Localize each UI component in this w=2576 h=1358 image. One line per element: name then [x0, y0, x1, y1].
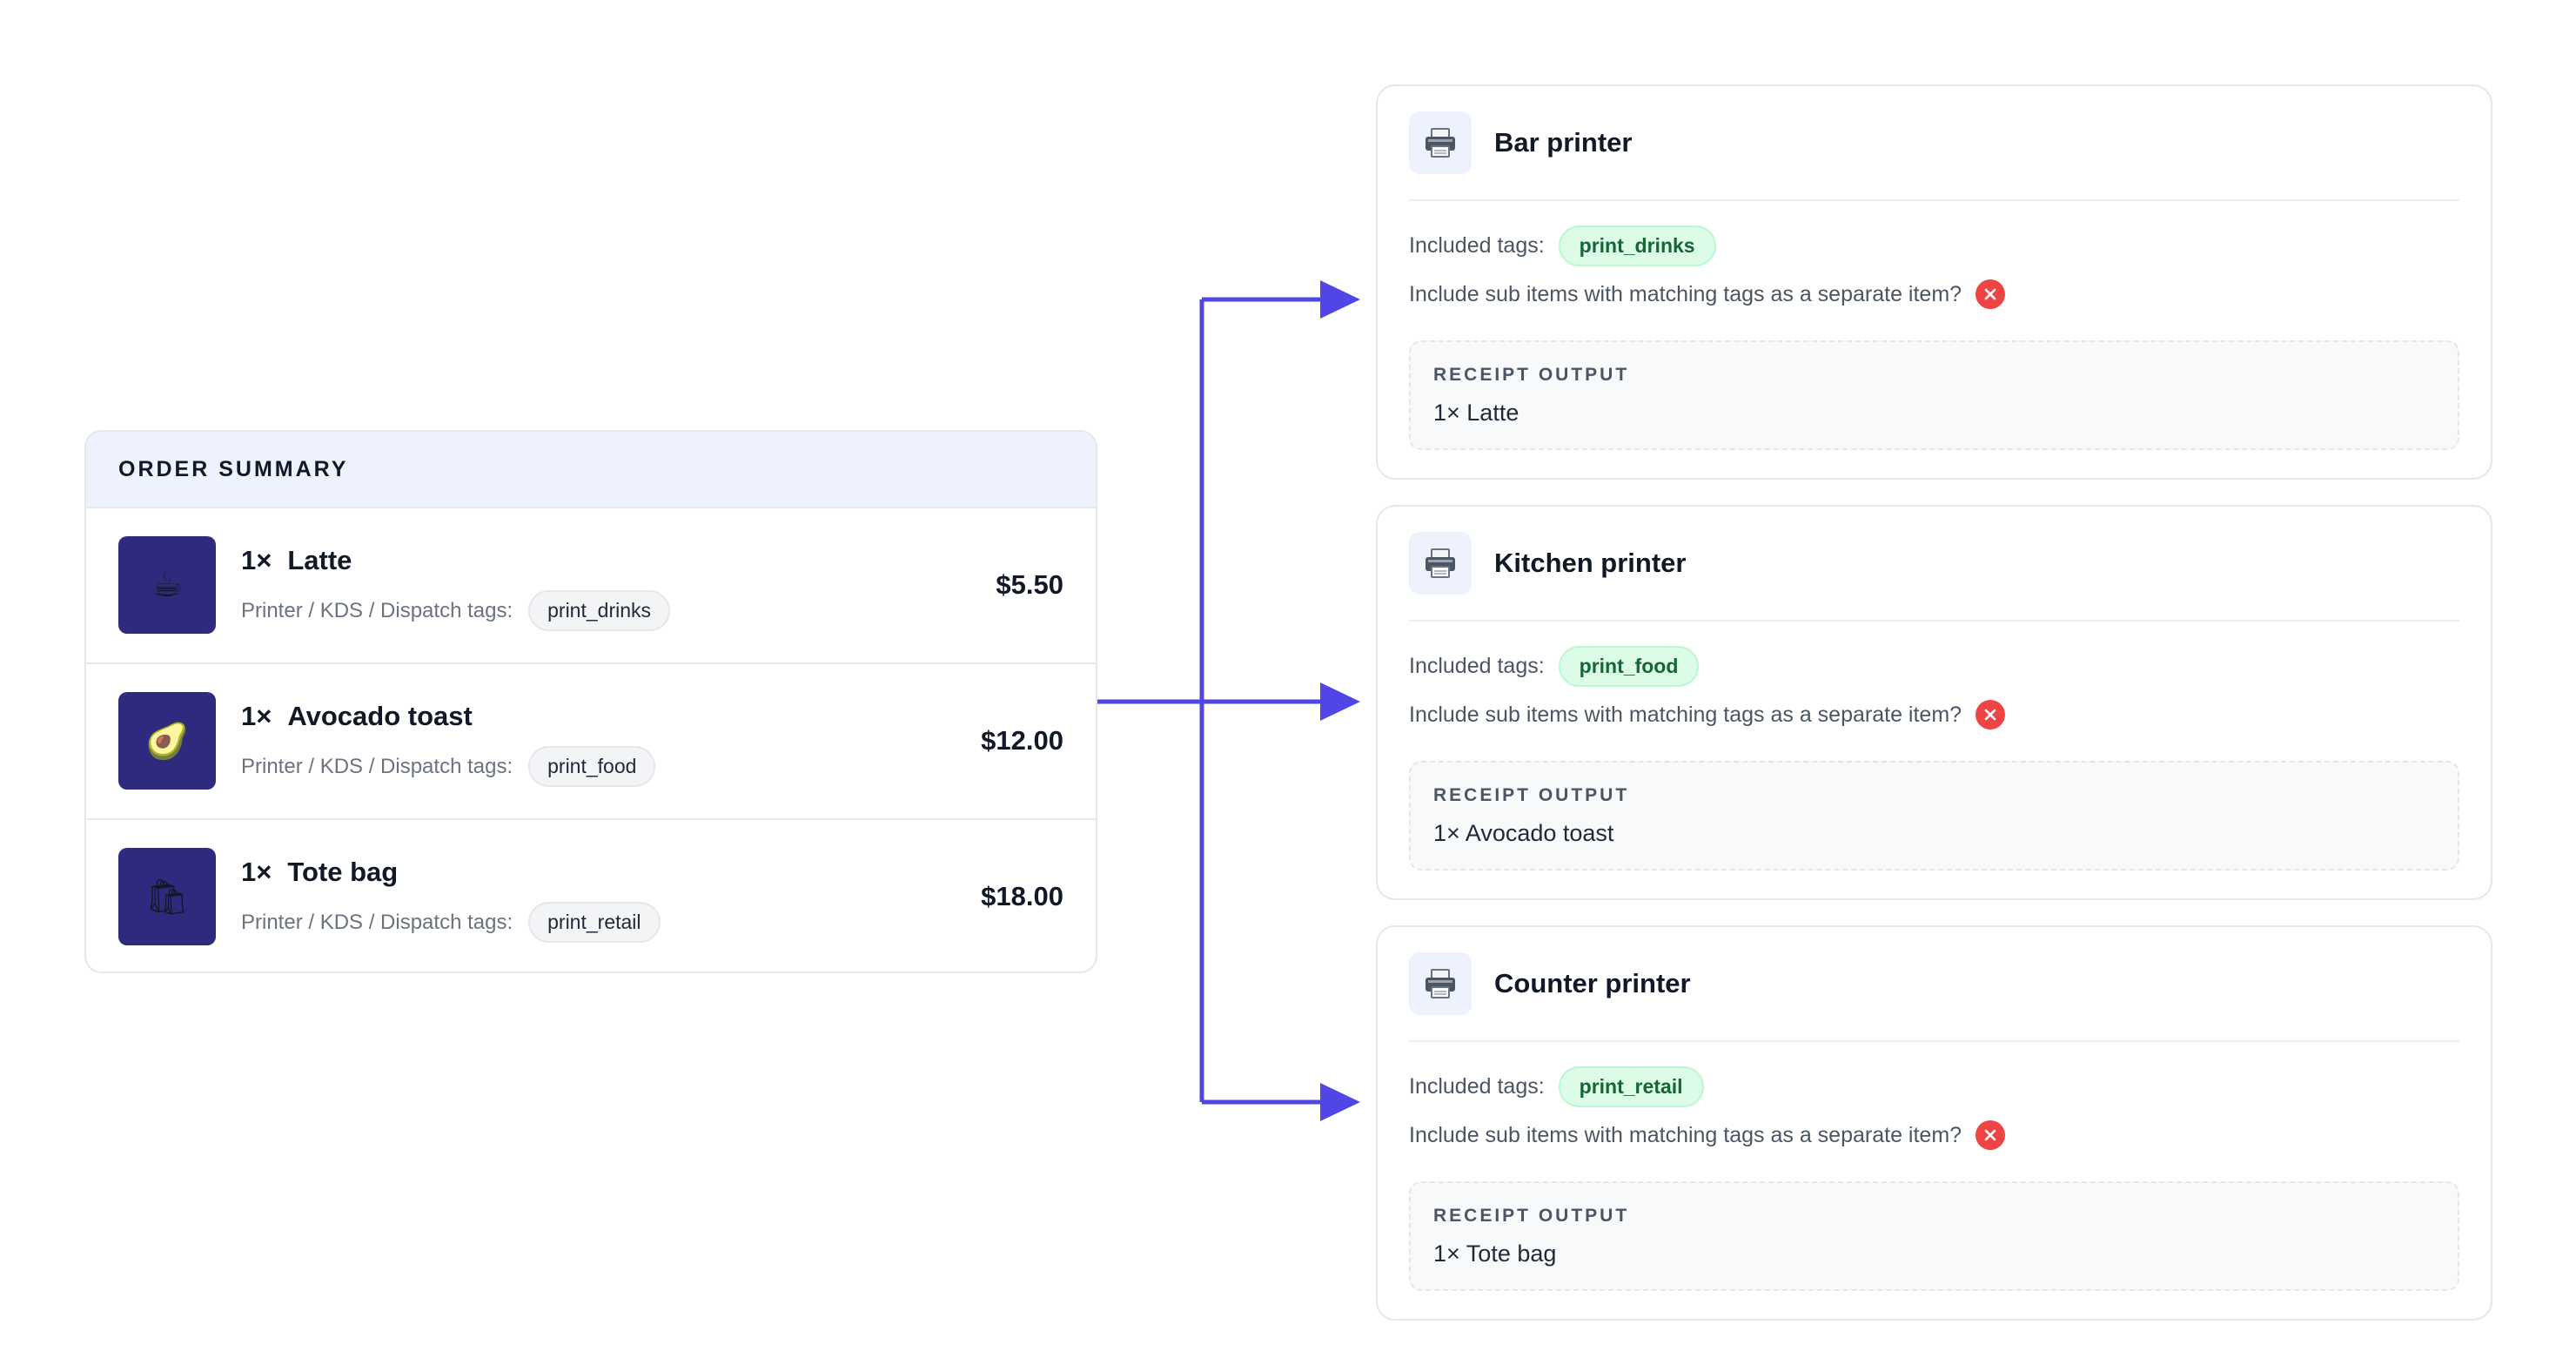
printer-card-bar[interactable]: Bar printer Included tags: print_drinks …	[1376, 84, 2492, 480]
printer-card-header: Bar printer	[1409, 86, 2459, 201]
included-tags-label: Included tags:	[1409, 654, 1545, 678]
receipt-output: RECEIPT OUTPUT 1× Latte	[1409, 340, 2459, 450]
printer-card-counter[interactable]: Counter printer Included tags: print_ret…	[1376, 925, 2492, 1321]
printer-name: Bar printer	[1494, 127, 1633, 158]
arrow-head-icon	[1320, 280, 1360, 319]
included-tags: Included tags: print_food	[1409, 646, 1700, 687]
sub-items-question: Include sub items with matching tags as …	[1409, 702, 1962, 727]
sub-items-question: Include sub items with matching tags as …	[1409, 1122, 1962, 1147]
printer-name: Counter printer	[1494, 968, 1691, 998]
receipt-output-line: 1× Latte	[1433, 400, 1519, 426]
printer-card-kitchen[interactable]: Kitchen printer Included tags: print_foo…	[1376, 505, 2492, 900]
close-circle-icon	[1976, 1120, 2006, 1150]
included-tag-chip: print_drinks	[1558, 225, 1716, 266]
included-tags-label: Included tags:	[1409, 1074, 1545, 1099]
receipt-output-label: RECEIPT OUTPUT	[1433, 365, 1630, 385]
arrow-head-icon	[1320, 682, 1360, 721]
receipt-output-line: 1× Tote bag	[1433, 1240, 1557, 1267]
receipt-output-label: RECEIPT OUTPUT	[1433, 785, 1630, 805]
sub-items-setting: Include sub items with matching tags as …	[1409, 1120, 2006, 1150]
included-tags: Included tags: print_drinks	[1409, 225, 1716, 266]
arrow-head-icon	[1320, 1083, 1360, 1121]
printer-icon	[1409, 952, 1472, 1015]
receipt-output-line: 1× Avocado toast	[1433, 820, 1614, 846]
printer-card-header: Counter printer	[1409, 927, 2459, 1042]
printer-card-header: Kitchen printer	[1409, 507, 2459, 622]
receipt-output-label: RECEIPT OUTPUT	[1433, 1206, 1630, 1226]
close-circle-icon	[1976, 279, 2006, 309]
printer-icon	[1409, 532, 1472, 595]
included-tag-chip: print_food	[1558, 646, 1700, 687]
sub-items-setting: Include sub items with matching tags as …	[1409, 700, 2006, 729]
close-circle-icon	[1976, 700, 2006, 729]
receipt-output: RECEIPT OUTPUT 1× Avocado toast	[1409, 761, 2459, 871]
receipt-output: RECEIPT OUTPUT 1× Tote bag	[1409, 1181, 2459, 1291]
printer-name: Kitchen printer	[1494, 548, 1687, 578]
sub-items-setting: Include sub items with matching tags as …	[1409, 279, 2006, 309]
printer-icon	[1409, 111, 1472, 174]
included-tag-chip: print_retail	[1558, 1066, 1704, 1107]
sub-items-question: Include sub items with matching tags as …	[1409, 281, 1962, 306]
included-tags-label: Included tags:	[1409, 233, 1545, 258]
included-tags: Included tags: print_retail	[1409, 1066, 1704, 1107]
